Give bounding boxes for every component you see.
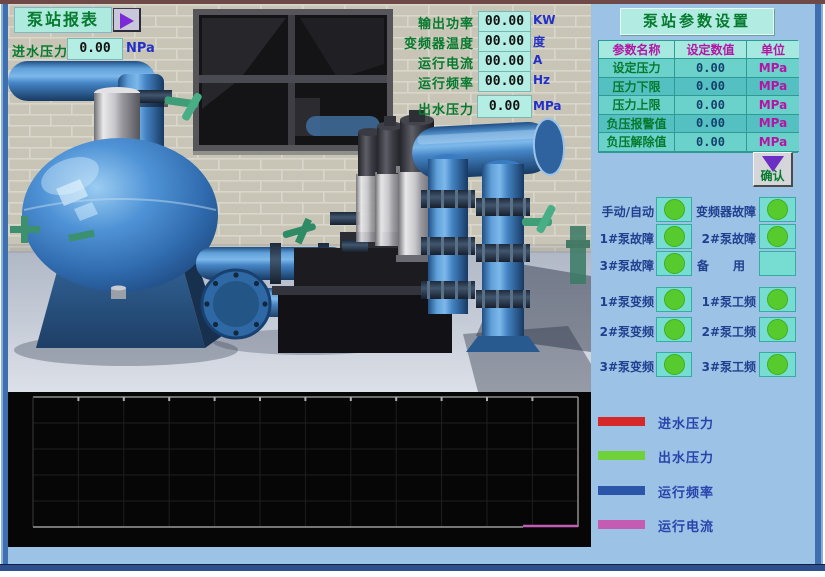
riser-foot xyxy=(466,336,540,352)
legend-label-run-current: 运行电流 xyxy=(658,516,714,535)
frame-bottom-border xyxy=(0,564,825,577)
chart-grid xyxy=(33,397,578,527)
param-value-input[interactable]: 0.00 xyxy=(675,133,747,152)
lamp-dot xyxy=(767,319,788,340)
lamp-dot xyxy=(664,253,685,274)
status-label-pump3-fault: 3#泵故障 xyxy=(592,257,654,274)
status-lamp-manual-auto xyxy=(656,197,692,222)
settings-panel-title: 泵站参数设置 xyxy=(620,8,774,35)
trend-chart xyxy=(8,392,591,547)
report-button[interactable]: 泵站报表 xyxy=(14,7,112,33)
run-current-unit: A xyxy=(533,53,542,67)
param-name: 负压解除值 xyxy=(599,133,675,152)
status-label-pump3-vfd: 3#泵变频 xyxy=(592,358,654,375)
play-icon xyxy=(120,13,134,29)
legend-swatch-outlet-pressure xyxy=(598,451,645,460)
frame-left-border xyxy=(0,4,8,572)
param-value-input[interactable]: 0.00 xyxy=(675,78,747,97)
status-label-pump2-fault: 2#泵故障 xyxy=(692,230,756,247)
output-power-label: 输出功率 xyxy=(352,13,474,32)
param-value-input[interactable]: 0.00 xyxy=(675,59,747,78)
confirm-button[interactable]: 确认 xyxy=(753,152,793,187)
run-current-label: 运行电流 xyxy=(352,53,474,72)
outlet-pressure-label: 出水压力 xyxy=(392,99,474,118)
run-frequency-value: 00.00 xyxy=(478,71,531,92)
inlet-pressure-value: 0.00 xyxy=(67,38,123,60)
status-lamp-inverter-fault xyxy=(759,197,796,222)
status-label-manual-auto: 手动/自动 xyxy=(592,203,654,220)
legend-label-inlet-pressure: 进水压力 xyxy=(658,413,714,432)
status-label-pump2-vfd: 2#泵变频 xyxy=(592,323,654,340)
param-unit: MPa xyxy=(747,59,799,78)
param-unit: MPa xyxy=(747,96,799,115)
run-frequency-unit: Hz xyxy=(533,73,550,87)
output-power-unit: KW xyxy=(533,13,556,27)
inverter-temp-label: 变频器温度 xyxy=(352,33,474,52)
report-arrow-button[interactable] xyxy=(113,8,141,32)
param-name: 设定压力 xyxy=(599,59,675,78)
run-frequency-label: 运行频率 xyxy=(352,73,474,92)
confirm-button-label: 确认 xyxy=(754,167,791,184)
hmi-pump-station-screen: 泵站报表 进水压力 0.00 NPa 输出功率 00.00 KW 变频器温度 0… xyxy=(0,0,825,577)
status-label-pump1-mains: 1#泵工频 xyxy=(692,293,756,310)
col-header-unit: 单位 xyxy=(747,41,799,59)
legend-swatch-inlet-pressure xyxy=(598,417,645,426)
status-lamp-pump3-fault xyxy=(656,251,692,276)
inlet-pressure-unit: NPa xyxy=(126,41,155,56)
front-flange xyxy=(202,270,270,338)
param-unit: MPa xyxy=(747,133,799,152)
status-lamp-pump2-mains xyxy=(759,317,796,342)
status-label-pump1-vfd: 1#泵变频 xyxy=(592,293,654,310)
lamp-dot xyxy=(664,199,685,220)
inverter-temp-unit: 度 xyxy=(533,33,545,50)
col-header-set-value: 设定数值 xyxy=(675,41,747,59)
legend-label-outlet-pressure: 出水压力 xyxy=(658,447,714,466)
status-lamp-pump1-fault xyxy=(656,224,692,249)
param-value-input[interactable]: 0.00 xyxy=(675,115,747,134)
output-power-value: 00.00 xyxy=(478,11,531,32)
status-lamp-pump3-mains xyxy=(759,352,796,377)
lamp-dot xyxy=(664,226,685,247)
status-label-spare: 备 用 xyxy=(692,257,756,274)
col-header-param-name: 参数名称 xyxy=(599,41,675,59)
outlet-pressure-value: 0.00 xyxy=(477,95,532,118)
frame-top-border xyxy=(0,0,825,4)
legend-swatch-run-frequency xyxy=(598,486,645,495)
status-lamp-pump1-vfd xyxy=(656,287,692,312)
status-lamp-pump3-vfd xyxy=(656,352,692,377)
param-name: 压力上限 xyxy=(599,96,675,115)
legend-swatch-run-current xyxy=(598,520,645,529)
status-label-inverter-fault: 变频器故障 xyxy=(692,203,756,220)
lamp-dot xyxy=(767,199,788,220)
status-label-pump2-mains: 2#泵工频 xyxy=(692,323,756,340)
status-label-pump1-fault: 1#泵故障 xyxy=(592,230,654,247)
status-lamp-spare xyxy=(759,251,796,276)
lamp-dot xyxy=(664,289,685,310)
lamp-dot xyxy=(664,319,685,340)
status-lamp-pump1-mains xyxy=(759,287,796,312)
settings-table: 参数名称 设定数值 单位 设定压力 0.00 MPa 压力下限 0.00 MPa… xyxy=(598,40,798,153)
legend-label-run-frequency: 运行频率 xyxy=(658,482,714,501)
inverter-temp-value: 00.00 xyxy=(478,31,531,52)
inlet-pressure-label: 进水压力 xyxy=(12,41,68,60)
param-name: 压力下限 xyxy=(599,78,675,97)
status-label-pump3-mains: 3#泵工频 xyxy=(692,358,756,375)
param-unit: MPa xyxy=(747,115,799,134)
param-value-input[interactable]: 0.00 xyxy=(675,96,747,115)
status-lamp-pump2-vfd xyxy=(656,317,692,342)
lamp-dot xyxy=(767,289,788,310)
lamp-dot xyxy=(767,354,788,375)
outlet-pressure-unit: MPa xyxy=(533,99,562,113)
param-name: 负压报警值 xyxy=(599,115,675,134)
frame-right-border xyxy=(815,4,825,572)
run-current-value: 00.00 xyxy=(478,51,531,72)
status-lamp-pump2-fault xyxy=(759,224,796,249)
trend-chart-plot xyxy=(8,392,591,547)
lamp-dot xyxy=(767,226,788,247)
lamp-dot xyxy=(664,354,685,375)
param-unit: MPa xyxy=(747,78,799,97)
